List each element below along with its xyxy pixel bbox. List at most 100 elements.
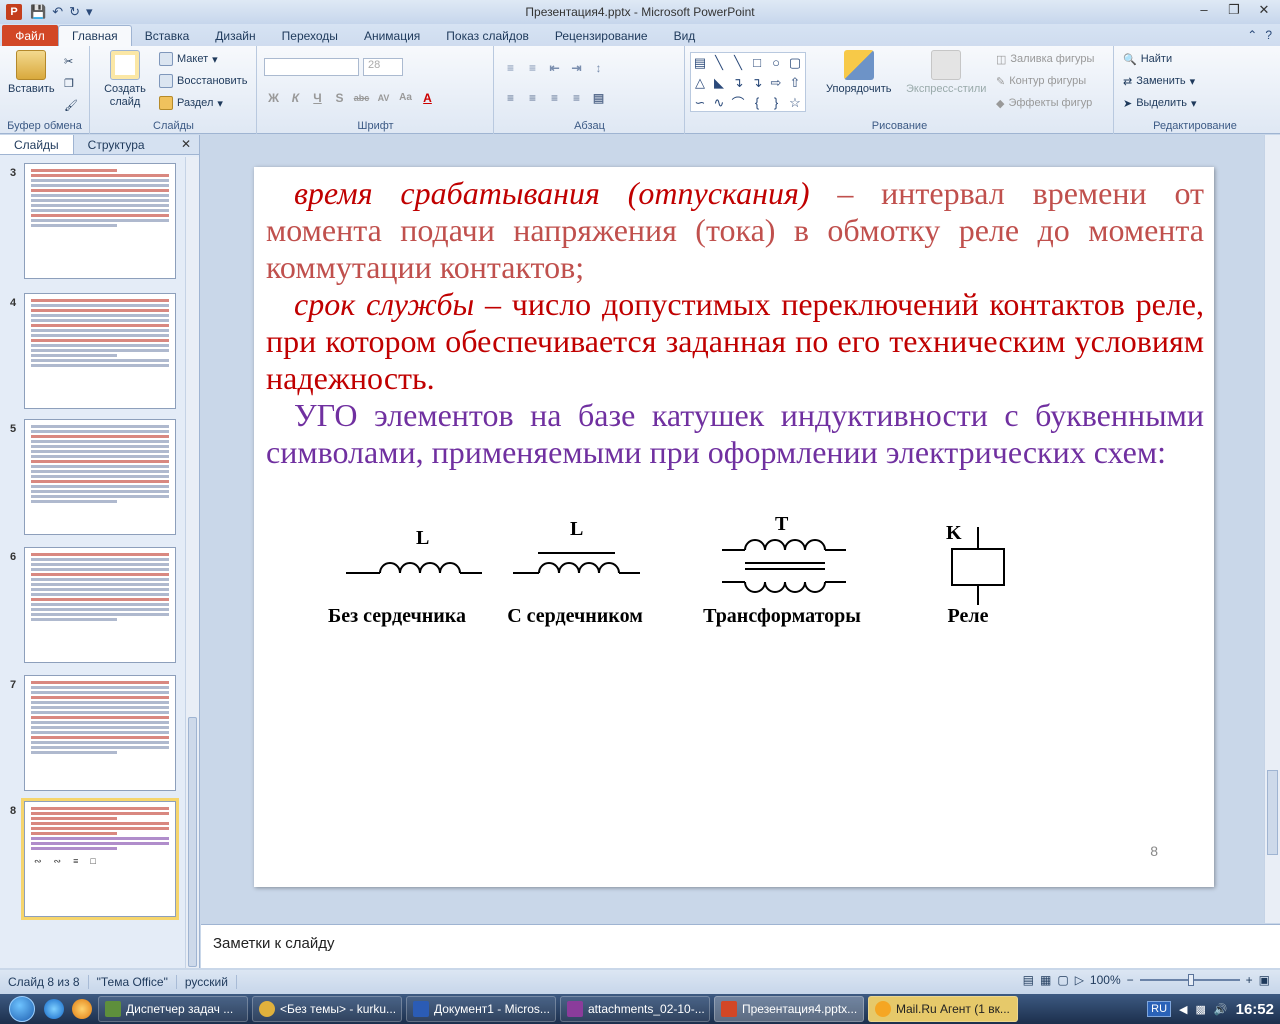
collapse-ribbon-icon[interactable]: ⌃: [1247, 28, 1257, 42]
media-player-icon[interactable]: [72, 999, 92, 1019]
italic-button[interactable]: К: [286, 88, 305, 107]
font-size-dropdown[interactable]: 28: [363, 58, 403, 76]
arrow-shape-icon[interactable]: ⇨: [767, 73, 785, 92]
rectangle-shape-icon[interactable]: □: [748, 53, 766, 72]
font-color-button[interactable]: A: [418, 88, 437, 107]
tab-transitions[interactable]: Переходы: [269, 25, 351, 46]
slide-canvas[interactable]: время срабатывания (отпускания) – интерв…: [254, 167, 1214, 887]
connector-shape-icon[interactable]: ↴: [729, 73, 747, 92]
triangle-shape-icon[interactable]: ◣: [710, 73, 728, 92]
powerpoint-app-icon[interactable]: P: [6, 4, 22, 20]
tab-animations[interactable]: Анимация: [351, 25, 433, 46]
tab-slideshow[interactable]: Показ слайдов: [433, 25, 542, 46]
zoom-out-icon[interactable]: −: [1127, 973, 1134, 987]
zoom-in-icon[interactable]: +: [1246, 973, 1253, 987]
tab-review[interactable]: Рецензирование: [542, 25, 661, 46]
fit-to-window-icon[interactable]: ▣: [1259, 973, 1270, 987]
reset-button[interactable]: Восстановить: [159, 72, 247, 90]
line-shape-icon[interactable]: ╲: [710, 53, 728, 72]
quick-styles-button[interactable]: Экспресс-стили: [906, 50, 986, 95]
change-case-button[interactable]: Aa: [396, 88, 415, 107]
shape-effects-button[interactable]: ◆ Эффекты фигур: [996, 94, 1092, 112]
taskbar-archive[interactable]: attachments_02-10-...: [560, 996, 710, 1022]
line-shape-icon[interactable]: ╲: [729, 53, 747, 72]
increase-indent-icon[interactable]: ⇥: [567, 58, 586, 77]
taskbar-powerpoint[interactable]: Презентация4.pptx...: [714, 996, 864, 1022]
tab-insert[interactable]: Вставка: [132, 25, 203, 46]
oval-shape-icon[interactable]: ○: [767, 53, 785, 72]
arrow-shape-icon[interactable]: ⇧: [786, 73, 804, 92]
show-hidden-icons-icon[interactable]: ◀: [1179, 1003, 1187, 1016]
tab-home[interactable]: Главная: [58, 25, 132, 46]
restore-icon[interactable]: ❐: [1224, 2, 1244, 18]
triangle-shape-icon[interactable]: △: [691, 73, 709, 92]
language-indicator[interactable]: русский: [177, 975, 237, 989]
slides-pane-scrollbar[interactable]: [185, 157, 199, 968]
close-icon[interactable]: ✕: [181, 137, 191, 151]
decrease-indent-icon[interactable]: ⇤: [545, 58, 564, 77]
tab-outline[interactable]: Структура: [74, 135, 159, 154]
save-icon[interactable]: 💾: [30, 4, 46, 20]
paste-button[interactable]: Вставить: [8, 50, 55, 95]
close-icon[interactable]: ✕: [1254, 2, 1274, 18]
minimize-icon[interactable]: –: [1194, 2, 1214, 18]
brace-shape-icon[interactable]: }: [767, 93, 785, 112]
select-button[interactable]: ➤ Выделить ▾: [1123, 94, 1197, 112]
slideshow-icon[interactable]: ▷: [1075, 973, 1084, 987]
copy-icon[interactable]: ❐: [64, 74, 74, 92]
tab-design[interactable]: Дизайн: [202, 25, 268, 46]
help-icon[interactable]: ?: [1265, 28, 1272, 42]
redo-icon[interactable]: ↻: [69, 4, 80, 20]
find-button[interactable]: 🔍 Найти: [1123, 50, 1172, 68]
slide-paragraph-2[interactable]: срок службы – число допустимых переключе…: [266, 286, 1204, 397]
section-button[interactable]: Раздел ▾: [159, 94, 223, 112]
textbox-shape-icon[interactable]: ▤: [691, 53, 709, 72]
justify-icon[interactable]: ≡: [567, 88, 586, 107]
notes-pane[interactable]: Заметки к слайду: [201, 924, 1280, 968]
cut-icon[interactable]: ✂: [64, 52, 73, 70]
network-icon[interactable]: ▩: [1196, 1003, 1206, 1016]
shadow-button[interactable]: S: [330, 88, 349, 107]
curve-shape-icon[interactable]: ∿: [710, 93, 728, 112]
curve-shape-icon[interactable]: ∽: [691, 93, 709, 112]
zoom-slider[interactable]: [1139, 974, 1240, 986]
format-painter-icon[interactable]: 🖌: [64, 96, 78, 114]
slide-paragraph-1[interactable]: время срабатывания (отпускания) – интерв…: [266, 175, 1204, 286]
undo-icon[interactable]: ↶: [52, 4, 63, 20]
rounded-rect-shape-icon[interactable]: ▢: [786, 53, 804, 72]
arc-shape-icon[interactable]: ⌒: [729, 93, 747, 112]
slide-scrollbar[interactable]: [1264, 135, 1280, 923]
underline-button[interactable]: Ч: [308, 88, 327, 107]
bold-button[interactable]: Ж: [264, 88, 283, 107]
align-left-icon[interactable]: ≡: [501, 88, 520, 107]
new-slide-button[interactable]: Создать слайд: [101, 50, 149, 109]
start-button[interactable]: [0, 994, 44, 1024]
bullets-icon[interactable]: ≡: [501, 58, 520, 77]
font-name-dropdown[interactable]: [264, 58, 359, 76]
connector-shape-icon[interactable]: ↴: [748, 73, 766, 92]
taskbar-mail-agent[interactable]: Mail.Ru Агент (1 вк...: [868, 996, 1018, 1022]
shape-outline-button[interactable]: ✎ Контур фигуры: [996, 72, 1086, 90]
align-center-icon[interactable]: ≡: [523, 88, 542, 107]
columns-icon[interactable]: ▤: [589, 88, 608, 107]
layout-button[interactable]: Макет ▾: [159, 50, 218, 68]
customize-qat-icon[interactable]: ▾: [86, 4, 93, 20]
numbering-icon[interactable]: ≡: [523, 58, 542, 77]
arrange-button[interactable]: Упорядочить: [826, 50, 891, 95]
tab-slides[interactable]: Слайды: [0, 135, 74, 154]
zoom-level[interactable]: 100%: [1090, 973, 1121, 987]
align-right-icon[interactable]: ≡: [545, 88, 564, 107]
brace-shape-icon[interactable]: {: [748, 93, 766, 112]
taskbar-word[interactable]: Документ1 - Micros...: [406, 996, 556, 1022]
volume-icon[interactable]: 🔊: [1214, 1003, 1228, 1016]
normal-view-icon[interactable]: ▤: [1023, 973, 1034, 987]
tab-file[interactable]: Файл: [2, 25, 58, 46]
replace-button[interactable]: ⇄ Заменить ▾: [1123, 72, 1195, 90]
browser-icon[interactable]: [44, 999, 64, 1019]
clock[interactable]: 16:52: [1236, 1001, 1274, 1018]
star-shape-icon[interactable]: ☆: [786, 93, 804, 112]
taskbar-task-manager[interactable]: Диспетчер задач ...: [98, 996, 248, 1022]
tab-view[interactable]: Вид: [661, 25, 709, 46]
strikethrough-button[interactable]: abc: [352, 88, 371, 107]
slide-paragraph-3[interactable]: УГО элементов на базе катушек индуктивно…: [266, 397, 1204, 471]
